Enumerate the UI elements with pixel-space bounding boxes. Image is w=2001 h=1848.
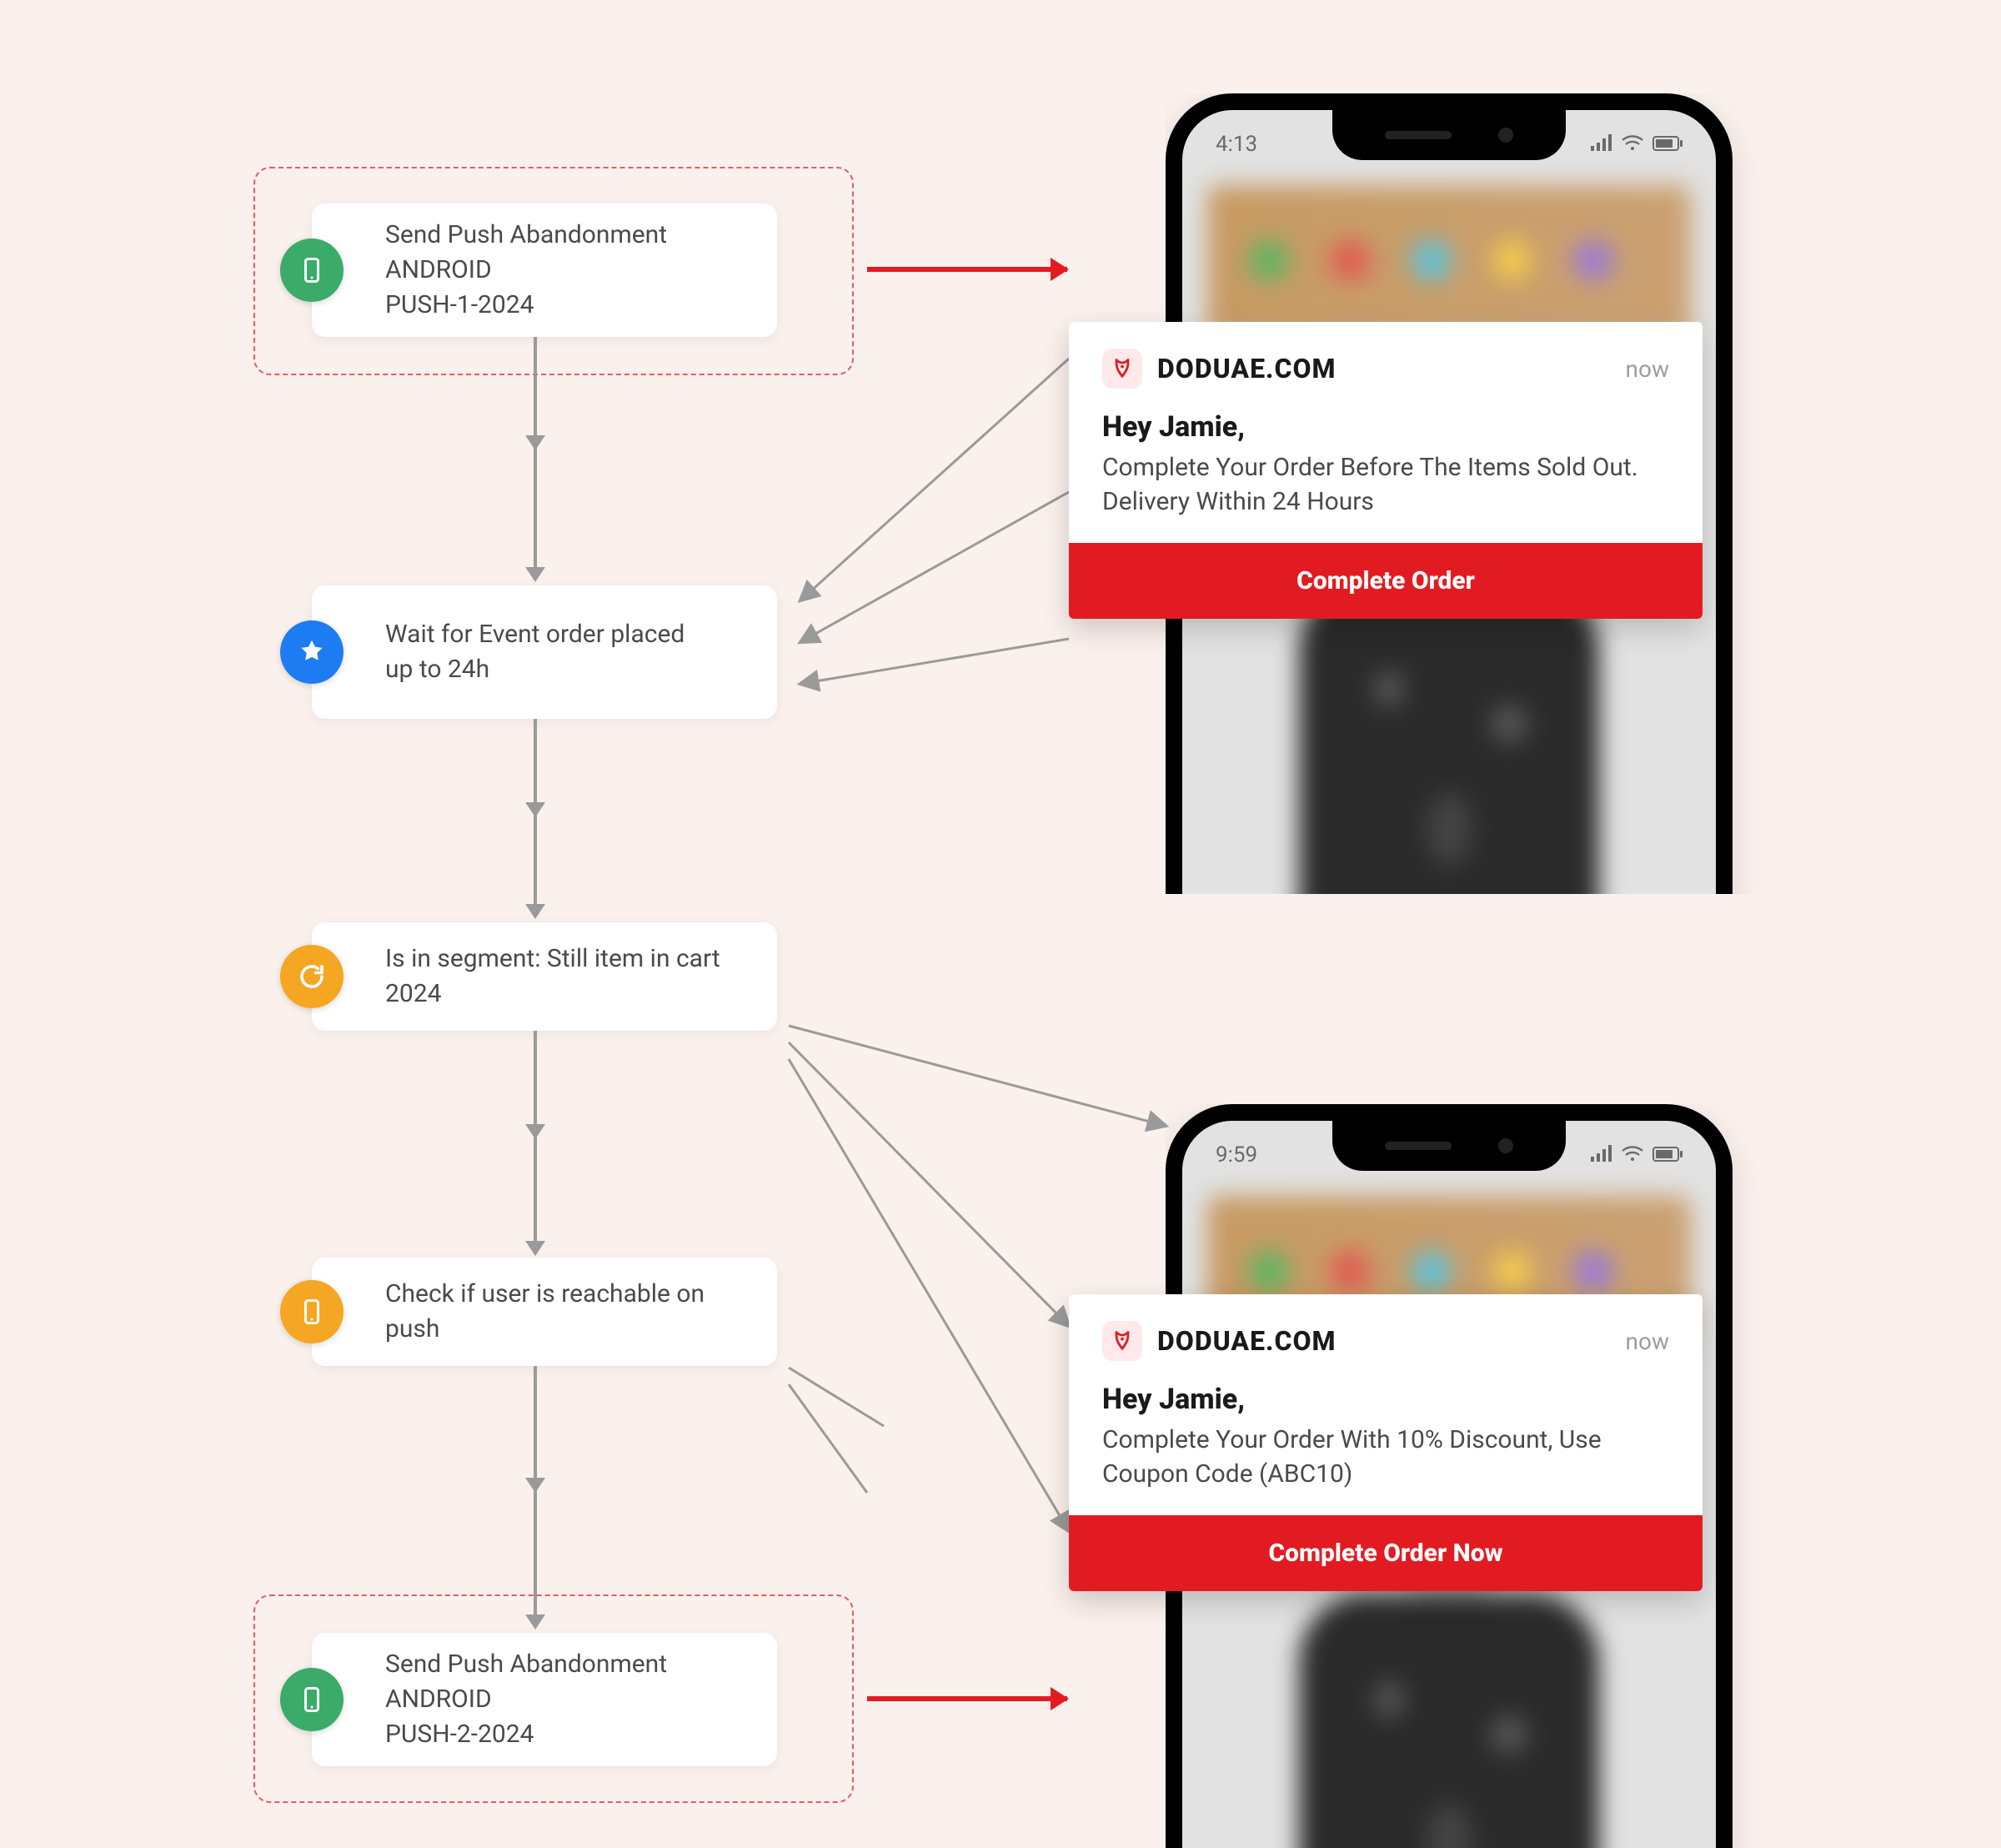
clock: 4:13 [1216,132,1257,157]
clock: 9:59 [1216,1142,1257,1168]
complete-order-now-button[interactable]: Complete Order Now [1069,1515,1703,1591]
red-arrow-1 [867,267,1067,272]
app-name: DODUAE.COM [1157,353,1337,384]
flow-step-send-push-2[interactable]: Send Push Abandonment ANDROID PUSH-2-202… [312,1633,777,1766]
flow-step-reachable-check[interactable]: Check if user is reachable on push [312,1258,777,1366]
connector [534,719,537,907]
notification-title: Hey Jamie, [1069,1379,1703,1423]
phone-notch [1332,110,1566,160]
flow-step-segment-check[interactable]: Is in segment: Still item in cart 2024 [312,922,777,1031]
flow-step-label: Send Push Abandonment ANDROID PUSH-1-202… [385,218,744,323]
wifi-icon [1621,1142,1644,1168]
notification-body: Complete Your Order With 10% Discount, U… [1069,1423,1703,1515]
complete-order-button[interactable]: Complete Order [1069,543,1703,619]
phone-notch [1332,1121,1566,1171]
refresh-icon [280,945,344,1008]
brand-icon [1102,349,1142,389]
notification-time: now [1626,1328,1669,1355]
battery-icon [1652,1142,1683,1168]
notification-body: Complete Your Order Before The Items Sol… [1069,450,1703,543]
phone-icon [280,239,344,302]
connector [534,337,537,570]
wifi-icon [1621,132,1644,157]
phone-icon [280,1280,344,1343]
flow-step-label: Send Push Abandonment ANDROID PUSH-2-202… [385,1647,744,1752]
flow-step-label: Wait for Event order placed up to 24h [385,617,685,687]
notification-time: now [1626,355,1669,383]
connector [534,1366,537,1618]
battery-icon [1652,132,1683,157]
signal-icon [1591,1142,1612,1168]
red-arrow-2 [867,1696,1067,1701]
push-notification-1[interactable]: DODUAE.COM now Hey Jamie, Complete Your … [1069,322,1703,619]
phone-icon [280,1668,344,1731]
push-notification-2[interactable]: DODUAE.COM now Hey Jamie, Complete Your … [1069,1294,1703,1591]
signal-icon [1591,132,1612,157]
brand-icon [1102,1321,1142,1361]
flow-step-wait-event[interactable]: Wait for Event order placed up to 24h [312,585,777,719]
app-name: DODUAE.COM [1157,1325,1337,1357]
flow-step-label: Is in segment: Still item in cart 2024 [385,942,744,1012]
connector [534,1031,537,1244]
diagram-canvas: Send Push Abandonment ANDROID PUSH-1-202… [0,0,2001,1848]
notification-title: Hey Jamie, [1069,407,1703,450]
flow-step-label: Check if user is reachable on push [385,1277,744,1347]
star-icon [280,620,344,684]
flow-step-send-push-1[interactable]: Send Push Abandonment ANDROID PUSH-1-202… [312,203,777,337]
